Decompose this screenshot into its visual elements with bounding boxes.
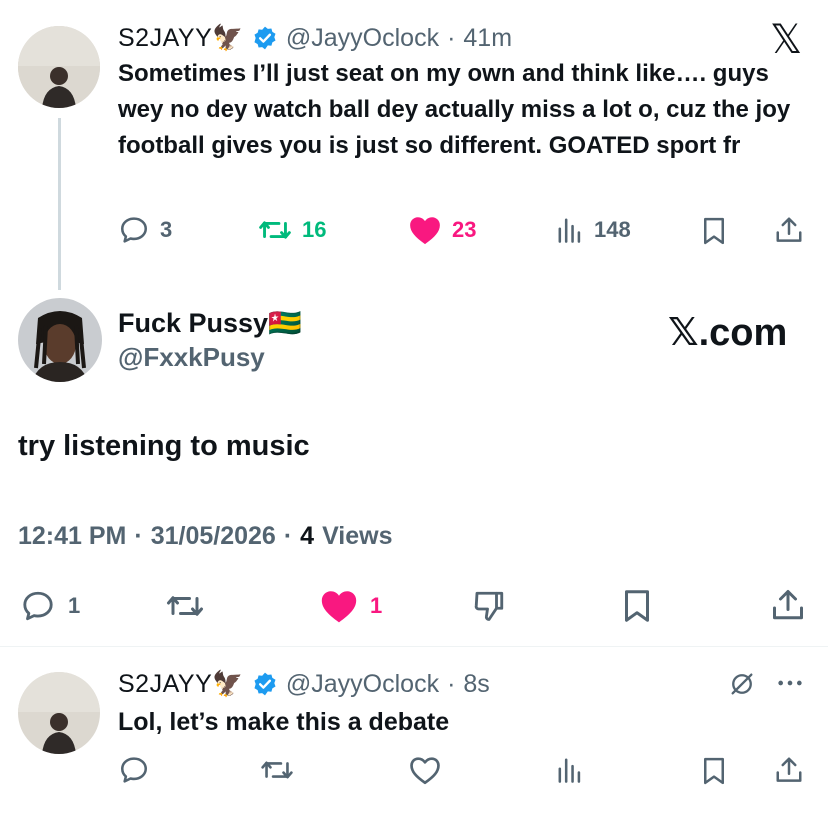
share-button[interactable]: [770, 586, 806, 624]
x-watermark: 𝕏.com: [668, 312, 788, 354]
repost-button[interactable]: [164, 588, 206, 624]
reply-icon: [121, 217, 148, 243]
avatar-image: [18, 672, 100, 754]
display-name[interactable]: S2JAYY🦅: [118, 24, 244, 53]
like-button[interactable]: 23: [408, 214, 476, 246]
share-button[interactable]: [774, 214, 804, 246]
repost-icon: [261, 761, 293, 779]
post-time[interactable]: 12:41 PM: [18, 522, 126, 551]
avatar[interactable]: [18, 672, 100, 754]
like-count: 23: [452, 217, 477, 242]
reply-count: 1: [68, 593, 81, 618]
timestamp[interactable]: 41m: [463, 24, 512, 53]
display-name[interactable]: S2JAYY🦅: [118, 670, 244, 699]
views-button[interactable]: 148: [556, 214, 631, 246]
verified-badge-icon: [254, 26, 276, 50]
bookmark-button[interactable]: [620, 588, 654, 624]
verified-badge-icon: [254, 672, 276, 696]
reply-button[interactable]: 3: [118, 214, 172, 246]
views-icon: [558, 218, 581, 243]
avatar[interactable]: [18, 298, 102, 382]
dislike-button[interactable]: [470, 588, 508, 624]
repost-icon: [167, 596, 203, 616]
more-options-button[interactable]: [776, 676, 804, 690]
separator-dot: ·: [447, 23, 456, 52]
timestamp[interactable]: 8s: [463, 670, 489, 699]
bookmark-icon: [704, 217, 724, 245]
separator-dot: ·: [447, 669, 456, 698]
like-icon: [410, 757, 440, 785]
handle[interactable]: @JayyOclock: [286, 670, 439, 699]
handle[interactable]: @FxxkPusy: [118, 340, 302, 374]
share-button[interactable]: [774, 754, 804, 786]
tweet-text: Lol, let’s make this a debate: [118, 708, 450, 736]
like-button[interactable]: [408, 754, 442, 786]
separator-dot: ·: [283, 522, 293, 550]
views-button[interactable]: [556, 754, 584, 786]
dislike-icon: [474, 591, 504, 621]
reply-button[interactable]: [118, 754, 150, 786]
like-icon: [321, 591, 357, 623]
tweet1-header: S2JAYY🦅 @JayyOclock · 41m: [118, 22, 512, 54]
views-label: Views: [322, 522, 393, 550]
thread-connector-line: [58, 118, 61, 290]
reply-author: Fuck Pussy🇹🇬 @FxxkPusy: [118, 306, 302, 374]
bookmark-icon: [704, 757, 724, 785]
more-icon: [778, 680, 802, 686]
repost-count: 16: [302, 217, 327, 242]
bookmark-icon: [625, 590, 649, 622]
divider: [0, 646, 828, 647]
reply-count: 3: [160, 217, 173, 242]
reply-meta: 12:41 PM · 31/05/2026 · 4 Views: [18, 522, 393, 551]
like-count: 1: [370, 593, 383, 618]
grok-icon: [731, 673, 753, 695]
grok-button[interactable]: [728, 670, 756, 698]
separator-dot: ·: [134, 522, 143, 550]
repost-button[interactable]: [260, 754, 294, 786]
repost-button[interactable]: 16: [258, 214, 326, 246]
bookmark-button[interactable]: [700, 756, 728, 786]
tweet3-header: S2JAYY🦅 @JayyOclock · 8s: [118, 668, 490, 700]
tweet-text: Sometimes I’ll just seat on my own and t…: [118, 60, 791, 159]
bookmark-button[interactable]: [700, 216, 728, 246]
avatar[interactable]: [18, 26, 100, 108]
post-date[interactable]: 31/05/2026: [151, 522, 276, 551]
views-icon: [558, 758, 581, 783]
avatar-image: [18, 298, 102, 382]
avatar-image: [18, 26, 100, 108]
reply-text: try listening to music: [18, 430, 310, 462]
like-icon: [410, 217, 440, 245]
like-button[interactable]: 1: [318, 588, 382, 624]
share-icon: [776, 217, 802, 242]
reply-button[interactable]: 1: [18, 588, 80, 624]
share-icon: [773, 590, 803, 620]
display-name[interactable]: Fuck Pussy🇹🇬: [118, 306, 302, 340]
reply-icon: [23, 591, 53, 621]
views-count: 4: [300, 522, 315, 550]
view-count: 148: [594, 217, 631, 242]
reply-icon: [121, 757, 148, 783]
share-icon: [776, 757, 802, 782]
repost-icon: [259, 221, 291, 239]
handle[interactable]: @JayyOclock: [286, 24, 439, 53]
